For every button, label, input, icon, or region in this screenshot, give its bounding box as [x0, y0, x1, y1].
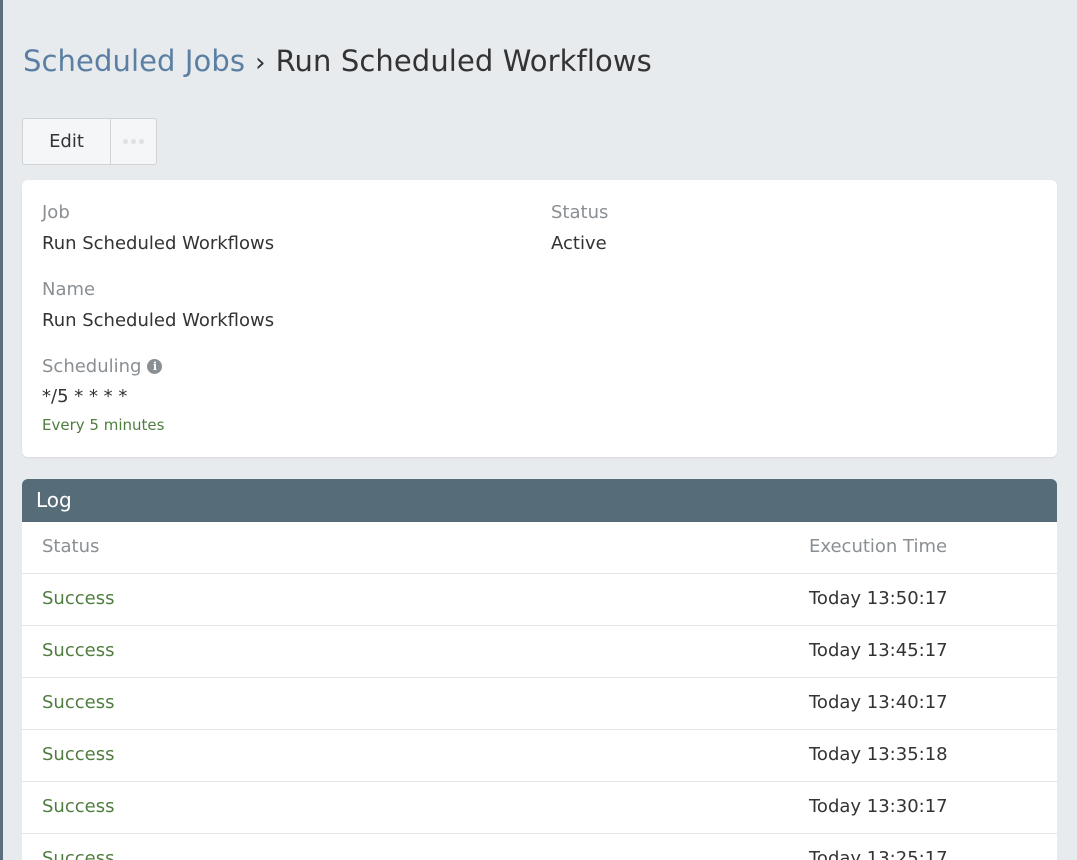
log-time-cell: Today 13:50:17 — [809, 588, 948, 609]
job-label: Job — [42, 202, 70, 223]
status-label: Status — [551, 202, 609, 223]
action-button-group: Edit — [22, 118, 157, 165]
log-panel: Log Status Execution Time Success Today … — [22, 479, 1057, 860]
log-table-header: Status Execution Time — [22, 522, 1057, 574]
log-status-cell: Success — [42, 640, 115, 661]
log-panel-title: Log — [22, 479, 1057, 522]
scheduling-label-row: Scheduling i — [42, 356, 163, 377]
info-icon[interactable]: i — [147, 359, 163, 374]
log-time-cell: Today 13:25:17 — [809, 848, 948, 860]
scheduling-cron-value: */5 * * * * — [42, 386, 128, 407]
log-status-cell: Success — [42, 796, 115, 817]
job-value: Run Scheduled Workflows — [42, 233, 275, 254]
name-value: Run Scheduled Workflows — [42, 310, 275, 331]
ellipsis-icon — [123, 139, 144, 144]
job-details-card: Job Run Scheduled Workflows Status Activ… — [22, 180, 1057, 457]
breadcrumb: Scheduled Jobs › Run Scheduled Workflows — [23, 44, 652, 78]
breadcrumb-separator: › — [255, 48, 266, 78]
log-time-cell: Today 13:45:17 — [809, 640, 948, 661]
table-row: Success Today 13:35:18 — [22, 730, 1057, 782]
column-header-execution-time[interactable]: Execution Time — [809, 536, 947, 557]
log-time-cell: Today 13:30:17 — [809, 796, 948, 817]
log-time-cell: Today 13:35:18 — [809, 744, 948, 765]
log-status-cell: Success — [42, 588, 115, 609]
page-title: Run Scheduled Workflows — [275, 44, 652, 78]
page: Scheduled Jobs › Run Scheduled Workflows E… — [0, 0, 1077, 860]
more-actions-button[interactable] — [111, 118, 157, 165]
breadcrumb-link-scheduled-jobs[interactable]: Scheduled Jobs — [23, 44, 245, 78]
table-row: Success Today 13:50:17 — [22, 574, 1057, 626]
log-status-cell: Success — [42, 848, 115, 860]
name-label: Name — [42, 279, 96, 300]
scheduling-label: Scheduling — [42, 356, 142, 377]
table-row: Success Today 13:25:17 — [22, 834, 1057, 860]
table-row: Success Today 13:40:17 — [22, 678, 1057, 730]
status-value: Active — [551, 233, 607, 254]
log-status-cell: Success — [42, 744, 115, 765]
column-header-status[interactable]: Status — [42, 536, 99, 557]
scheduling-description: Every 5 minutes — [42, 416, 165, 434]
table-row: Success Today 13:30:17 — [22, 782, 1057, 834]
edit-button[interactable]: Edit — [22, 118, 111, 165]
log-time-cell: Today 13:40:17 — [809, 692, 948, 713]
table-row: Success Today 13:45:17 — [22, 626, 1057, 678]
log-status-cell: Success — [42, 692, 115, 713]
